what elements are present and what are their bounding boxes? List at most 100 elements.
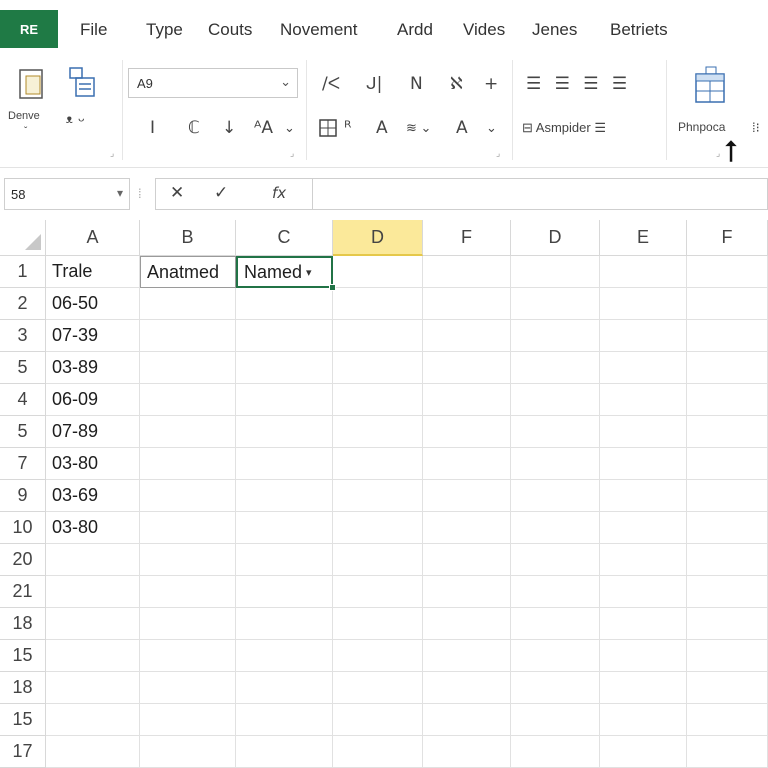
cell-b[interactable] (140, 384, 236, 416)
menu-betriets[interactable]: Betriets (610, 20, 668, 40)
select-all-button[interactable] (0, 220, 46, 256)
cell-a[interactable] (46, 544, 140, 576)
menu-novement[interactable]: Novement (280, 20, 357, 40)
menu-jenes[interactable]: Jenes (532, 20, 577, 40)
clipboard-launcher-icon[interactable]: ⌟ (110, 148, 114, 159)
cell-b[interactable] (140, 576, 236, 608)
cell-f[interactable] (423, 704, 511, 736)
format-as-table-icon[interactable] (692, 66, 730, 111)
cell-d[interactable] (333, 736, 423, 768)
cell-d2[interactable] (511, 320, 600, 352)
formula-input[interactable] (313, 178, 768, 210)
chevron-down-icon[interactable]: ⌄ (486, 120, 497, 136)
wrap-text-button[interactable]: ⊟ Asmpider ☰ (522, 120, 606, 136)
cell-a[interactable]: Trale (46, 256, 140, 288)
cell-e[interactable] (600, 704, 687, 736)
cell-a[interactable] (46, 736, 140, 768)
row-header[interactable]: 15 (0, 704, 46, 736)
cell-b[interactable] (140, 672, 236, 704)
cell-f[interactable] (423, 256, 511, 288)
app-badge[interactable]: RE (0, 10, 58, 48)
cell-d[interactable] (333, 672, 423, 704)
cell-e[interactable] (600, 544, 687, 576)
cell-a[interactable]: 07-89 (46, 416, 140, 448)
cell-a[interactable] (46, 704, 140, 736)
row-header[interactable]: 9 (0, 480, 46, 512)
styles-overflow-icon[interactable]: ⁞⁝ (752, 120, 760, 136)
cell-d[interactable] (333, 480, 423, 512)
cell-f2[interactable] (687, 448, 768, 480)
cell-c[interactable] (236, 640, 333, 672)
cell-f2[interactable] (687, 256, 768, 288)
cell-e[interactable] (600, 256, 687, 288)
font-launcher-icon[interactable]: ⌟ (290, 148, 294, 159)
cell-c[interactable] (236, 512, 333, 544)
cell-b[interactable] (140, 320, 236, 352)
cell-f2[interactable] (687, 384, 768, 416)
border-icon[interactable] (318, 118, 338, 143)
cell-f2[interactable] (687, 608, 768, 640)
cell-d2[interactable] (511, 640, 600, 672)
cell-b1[interactable]: Anatmed (140, 256, 236, 288)
cell-c1-selected[interactable]: Named ▾ (236, 256, 333, 288)
cell-a[interactable] (46, 608, 140, 640)
cell-d[interactable] (333, 640, 423, 672)
column-header-d2[interactable]: D (511, 220, 600, 256)
row-header[interactable]: 20 (0, 544, 46, 576)
menu-couts[interactable]: Couts (208, 20, 252, 40)
cell-d[interactable] (333, 544, 423, 576)
cell-f2[interactable] (687, 576, 768, 608)
cell-f[interactable] (423, 352, 511, 384)
cell-d[interactable] (333, 608, 423, 640)
cell-f[interactable] (423, 640, 511, 672)
copy-format-icon[interactable] (66, 66, 100, 105)
font-size-down-button[interactable]: ↓ (222, 118, 236, 138)
cell-a[interactable]: 03-80 (46, 448, 140, 480)
cell-d[interactable] (333, 704, 423, 736)
cell-e[interactable] (600, 512, 687, 544)
cell-d2[interactable] (511, 288, 600, 320)
italic-button[interactable]: I (150, 118, 155, 138)
cell-e[interactable] (600, 736, 687, 768)
cell-e[interactable] (600, 352, 687, 384)
orientation-button[interactable]: ℵ (450, 74, 463, 94)
cell-d[interactable] (333, 576, 423, 608)
name-box[interactable]: 58 ▾ (4, 178, 130, 210)
cell-d2[interactable] (511, 512, 600, 544)
cell-d2[interactable] (511, 672, 600, 704)
menu-file[interactable]: File (80, 20, 107, 40)
cell-f2[interactable] (687, 352, 768, 384)
align-n-button[interactable]: N (410, 74, 423, 94)
cell-b[interactable] (140, 416, 236, 448)
styles-label[interactable]: Phnpoca (678, 120, 725, 134)
align-slant-button[interactable]: /ᐸ (322, 74, 340, 94)
format-painter-icon[interactable]: ᵜ ᵕ (66, 112, 85, 132)
cell-c[interactable] (236, 480, 333, 512)
cell-f2[interactable] (687, 416, 768, 448)
row-header[interactable]: 5 (0, 416, 46, 448)
cell-c[interactable] (236, 416, 333, 448)
cell-d[interactable] (333, 512, 423, 544)
cell-e[interactable] (600, 448, 687, 480)
cancel-icon[interactable]: ✕ (170, 183, 184, 203)
cell-d[interactable] (333, 288, 423, 320)
cell-f[interactable] (423, 672, 511, 704)
font-color-button[interactable]: A (376, 118, 388, 138)
cell-c[interactable] (236, 672, 333, 704)
cell-d[interactable] (333, 384, 423, 416)
alignment-launcher-icon[interactable]: ⌟ (496, 148, 500, 159)
styles-launcher-icon[interactable]: ⌟ (716, 148, 720, 159)
paste-label[interactable]: Denve (8, 110, 40, 122)
cell-f[interactable] (423, 288, 511, 320)
cell-e[interactable] (600, 608, 687, 640)
cell-f2[interactable] (687, 704, 768, 736)
cell-e[interactable] (600, 320, 687, 352)
cell-f2[interactable] (687, 320, 768, 352)
cell-f[interactable] (423, 736, 511, 768)
cell-f[interactable] (423, 576, 511, 608)
cell-f[interactable] (423, 320, 511, 352)
cell-f2[interactable] (687, 640, 768, 672)
cell-d2[interactable] (511, 736, 600, 768)
cell-b[interactable] (140, 448, 236, 480)
cell-a[interactable]: 03-80 (46, 512, 140, 544)
